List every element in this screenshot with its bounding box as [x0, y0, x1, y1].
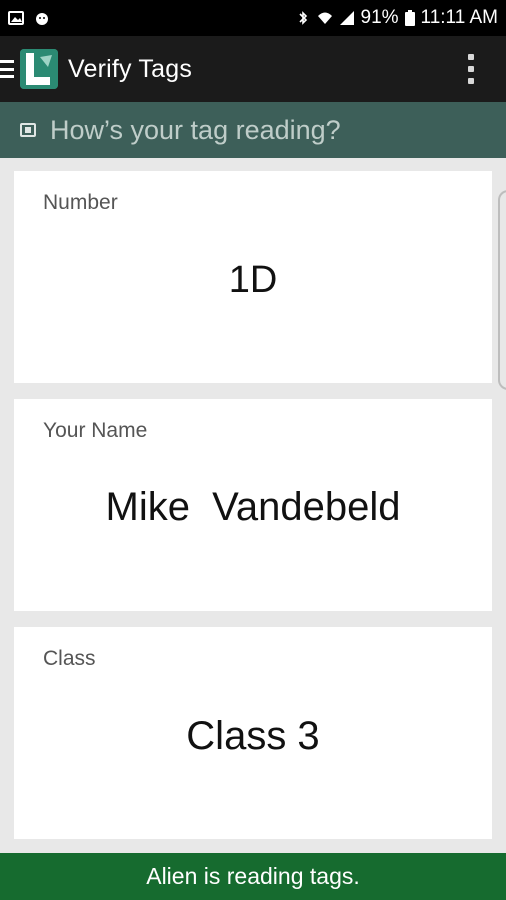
name-card: Your Name Mike Vandebeld — [14, 399, 492, 611]
battery-percent: 91% — [360, 7, 399, 28]
name-value: Mike Vandebeld — [105, 485, 401, 529]
app-logo-icon — [20, 49, 58, 89]
android-notification-icon — [34, 10, 50, 26]
class-card: Class Class 3 — [14, 627, 492, 839]
class-value: Class 3 — [186, 714, 320, 758]
status-right: 91% 11:11 AM — [295, 7, 498, 29]
subheader-text: How’s your tag reading? — [50, 114, 341, 145]
signal-icon — [339, 10, 355, 26]
battery-icon — [404, 10, 415, 26]
number-card: Number 1D — [14, 171, 492, 383]
calendar-icon — [20, 123, 36, 137]
bluetooth-icon — [295, 10, 311, 26]
number-value: 1D — [228, 259, 278, 301]
clock: 11:11 AM — [420, 7, 498, 28]
status-left-icons — [8, 10, 50, 26]
gallery-notification-icon — [8, 10, 24, 26]
status-message: Alien is reading tags. — [146, 863, 360, 889]
status-message-bar: Alien is reading tags. — [0, 853, 506, 900]
overflow-menu-icon[interactable] — [468, 54, 474, 84]
number-label: Number — [43, 191, 118, 214]
wifi-icon — [317, 10, 333, 26]
subheader: How’s your tag reading? — [0, 102, 506, 158]
edge-panel-handle[interactable] — [498, 190, 506, 390]
app-bar: Verify Tags — [0, 36, 506, 102]
class-label: Class — [43, 647, 96, 670]
hamburger-menu-icon[interactable] — [0, 60, 14, 78]
name-label: Your Name — [43, 419, 148, 442]
app-title: Verify Tags — [68, 54, 193, 83]
status-bar: 91% 11:11 AM — [0, 0, 506, 36]
